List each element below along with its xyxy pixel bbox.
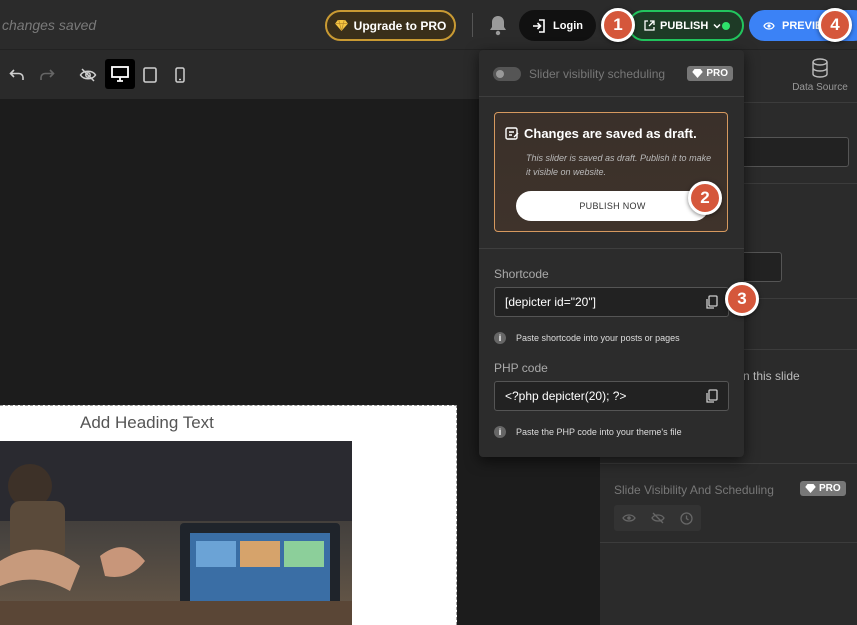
diamond-icon xyxy=(334,20,348,31)
info-icon: i xyxy=(494,426,506,438)
settings-text-partial: n this slide xyxy=(743,369,800,383)
slide-area[interactable]: Add Heading Text xyxy=(0,405,457,625)
clock-icon[interactable] xyxy=(672,505,701,531)
publish-now-button[interactable]: PUBLISH NOW xyxy=(516,191,709,221)
login-icon xyxy=(533,18,545,33)
diamond-icon xyxy=(692,69,704,78)
draft-title-text: Changes are saved as draft. xyxy=(524,126,697,141)
chevron-down-icon xyxy=(713,23,721,29)
tab-data-source-label: Data Source xyxy=(792,82,848,93)
eye-icon[interactable] xyxy=(614,505,643,531)
pro-label: PRO xyxy=(706,68,728,79)
shortcode-value: [depicter id="20"] xyxy=(505,295,596,309)
shortcode-field[interactable]: [depicter id="20"] xyxy=(494,287,729,317)
save-status: changes saved xyxy=(2,17,97,33)
settings-input[interactable] xyxy=(740,137,849,167)
slide-visibility-label: Slide Visibility And Scheduling xyxy=(614,483,774,497)
login-button[interactable]: Login xyxy=(519,10,596,41)
undo-icon[interactable] xyxy=(5,63,29,87)
hide-icon[interactable] xyxy=(76,63,100,87)
shortcode-hint-text: Paste shortcode into your posts or pages xyxy=(516,333,680,343)
edit-note-icon xyxy=(505,127,519,140)
tab-data-source[interactable]: Data Source xyxy=(790,58,850,93)
divider xyxy=(479,96,744,97)
scheduling-label: Slider visibility scheduling xyxy=(529,66,666,81)
copy-icon[interactable] xyxy=(706,389,718,403)
redo-icon[interactable] xyxy=(35,63,59,87)
callout-marker-3: 3 xyxy=(725,282,759,316)
draft-title: Changes are saved as draft. xyxy=(505,126,697,141)
publish-label: PUBLISH xyxy=(660,19,709,32)
scheduling-toggle[interactable] xyxy=(493,66,521,81)
php-code-label: PHP code xyxy=(494,361,548,375)
mobile-view-icon[interactable] xyxy=(168,63,192,87)
callout-marker-4: 4 xyxy=(818,8,852,42)
php-code-field[interactable]: <?php depicter(20); ?> xyxy=(494,381,729,411)
php-code-value: <?php depicter(20); ?> xyxy=(505,389,627,403)
eye-off-icon[interactable] xyxy=(643,505,672,531)
publish-dropdown: Slider visibility scheduling PRO Changes… xyxy=(479,50,744,457)
bell-icon[interactable] xyxy=(488,14,508,36)
database-icon xyxy=(812,58,828,78)
login-label: Login xyxy=(553,19,583,32)
publish-button[interactable]: PUBLISH xyxy=(628,10,744,41)
tablet-view-icon[interactable] xyxy=(138,63,162,87)
shortcode-label: Shortcode xyxy=(494,267,549,281)
callout-marker-2: 2 xyxy=(688,181,722,215)
php-code-hint-text: Paste the PHP code into your theme's fil… xyxy=(516,427,682,437)
visibility-options xyxy=(614,505,701,531)
eye-icon xyxy=(763,21,775,30)
upgrade-label: Upgrade to PRO xyxy=(353,18,447,33)
desktop-view-icon[interactable] xyxy=(105,59,135,89)
draft-notice: Changes are saved as draft. This slider … xyxy=(494,112,728,232)
pro-badge: PRO xyxy=(800,481,846,496)
callout-marker-1: 1 xyxy=(601,8,635,42)
settings-input[interactable] xyxy=(740,252,782,282)
divider xyxy=(600,463,857,464)
slide-heading[interactable]: Add Heading Text xyxy=(80,413,214,433)
php-code-hint: i Paste the PHP code into your theme's f… xyxy=(494,426,682,438)
status-dot xyxy=(722,22,730,30)
top-bar: changes saved Upgrade to PRO Login PUBLI… xyxy=(0,0,857,50)
info-icon: i xyxy=(494,332,506,344)
divider xyxy=(472,13,473,37)
divider xyxy=(479,248,744,249)
divider xyxy=(600,542,857,543)
upgrade-to-pro-button[interactable]: Upgrade to PRO xyxy=(325,10,456,41)
external-link-icon xyxy=(644,20,655,31)
diamond-icon xyxy=(805,484,816,493)
pro-label: PRO xyxy=(819,483,841,494)
draft-description: This slider is saved as draft. Publish i… xyxy=(526,153,712,177)
scheduling-row: Slider visibility scheduling PRO xyxy=(493,66,733,81)
copy-icon[interactable] xyxy=(706,295,718,309)
pro-badge: PRO xyxy=(687,66,733,81)
shortcode-hint: i Paste shortcode into your posts or pag… xyxy=(494,332,680,344)
slide-image[interactable] xyxy=(0,441,352,625)
